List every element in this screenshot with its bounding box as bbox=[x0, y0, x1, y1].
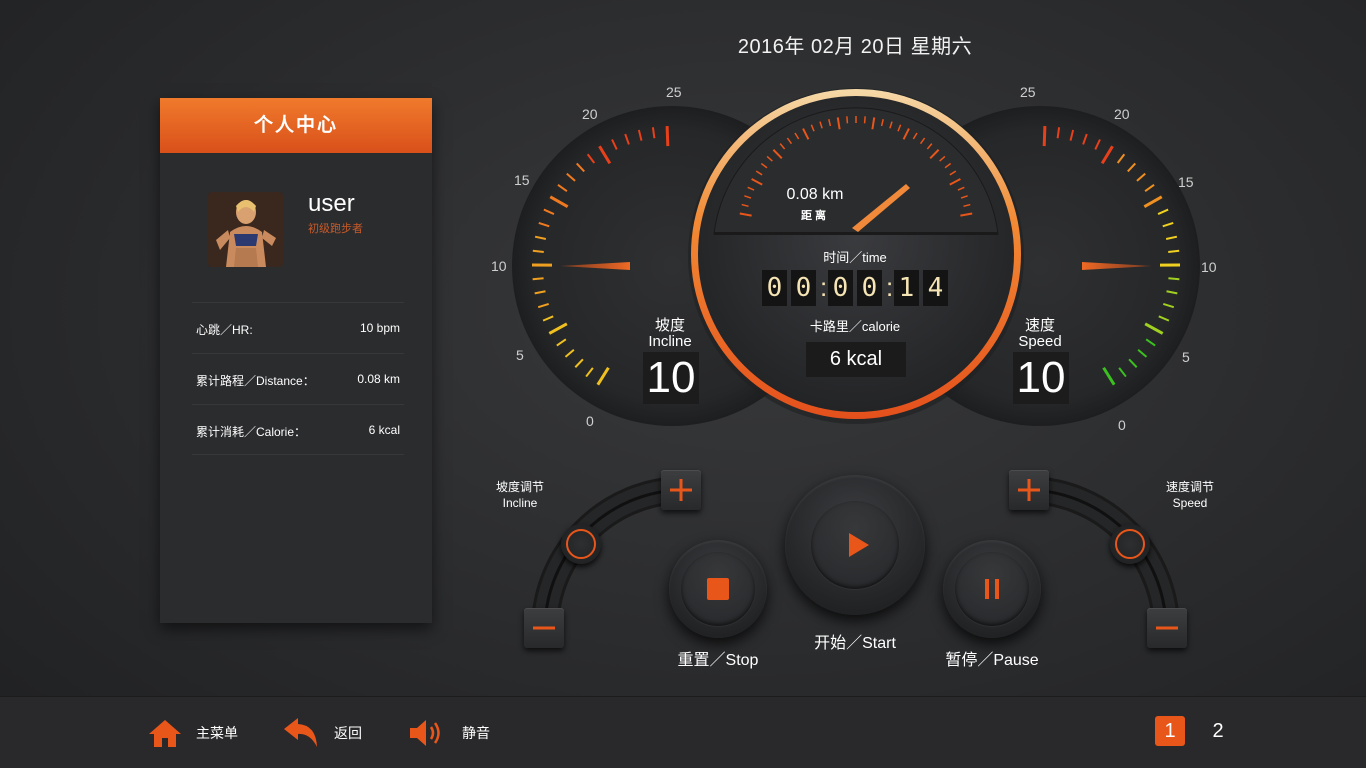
incline-slider-knob[interactable] bbox=[561, 524, 601, 564]
back-button[interactable]: 返回 bbox=[282, 697, 362, 768]
pause-label: 暂停／Pause bbox=[945, 652, 1039, 669]
incline-tick-label: 5 bbox=[516, 347, 524, 363]
incline-increase-button[interactable] bbox=[661, 470, 701, 510]
back-icon bbox=[284, 718, 317, 747]
timer-separator: : bbox=[820, 272, 828, 302]
incline-decrease-button[interactable] bbox=[524, 608, 564, 648]
calorie-label: 卡路里／calorie bbox=[809, 319, 901, 334]
page-2-button[interactable]: 2 bbox=[1203, 716, 1233, 746]
speed-slider-knob[interactable] bbox=[1110, 524, 1150, 564]
timer-digit: 0 bbox=[762, 270, 787, 306]
speed-adjust-label-en: Speed bbox=[1172, 496, 1208, 510]
incline-tick bbox=[532, 277, 544, 281]
speed-value: 10 bbox=[1013, 352, 1069, 404]
plus-icon bbox=[670, 479, 692, 501]
speed-tick-label: 0 bbox=[1118, 417, 1126, 433]
timer-separator: : bbox=[886, 272, 894, 302]
time-label: 时间／time bbox=[823, 250, 887, 265]
timer-display: 0 0 : 0 0 : 1 4 bbox=[762, 270, 948, 308]
speed-decrease-button[interactable] bbox=[1147, 608, 1187, 648]
speed-tick-label: 20 bbox=[1114, 106, 1130, 122]
distance-tick bbox=[863, 116, 866, 124]
page-1-button[interactable]: 1 bbox=[1155, 716, 1185, 746]
speed-tick bbox=[1042, 126, 1047, 147]
incline-adjust-label-en: Incline bbox=[502, 496, 538, 510]
distance-label: 距离 bbox=[801, 210, 829, 222]
mute-button[interactable]: 静音 bbox=[408, 697, 490, 768]
back-label: 返回 bbox=[334, 725, 362, 741]
play-icon bbox=[849, 533, 869, 557]
speed-tick-label: 5 bbox=[1182, 349, 1190, 365]
distance-value: 0.08 km bbox=[786, 186, 844, 203]
minus-icon bbox=[533, 626, 555, 630]
speed-tick-label: 10 bbox=[1201, 259, 1217, 275]
incline-tick-label: 10 bbox=[491, 258, 507, 274]
stop-icon bbox=[707, 578, 729, 600]
incline-label-cn: 坡度 bbox=[654, 317, 685, 334]
speed-increase-button[interactable] bbox=[1009, 470, 1049, 510]
speed-tick-label: 25 bbox=[1020, 84, 1036, 100]
pause-button[interactable] bbox=[943, 540, 1041, 638]
incline-label-en: Incline bbox=[648, 333, 692, 350]
speed-tick bbox=[1168, 249, 1180, 253]
incline-adjust-label-cn: 坡度调节 bbox=[495, 480, 544, 494]
incline-tick-label: 0 bbox=[586, 413, 594, 429]
speed-tick-label: 15 bbox=[1178, 174, 1194, 190]
timer-digit: 0 bbox=[791, 270, 816, 306]
pause-icon bbox=[985, 579, 999, 599]
home-button[interactable]: 主菜单 bbox=[148, 697, 238, 768]
home-label: 主菜单 bbox=[196, 725, 238, 741]
distance-tick bbox=[846, 116, 849, 124]
incline-tick-label: 25 bbox=[666, 84, 682, 100]
incline-tick bbox=[665, 126, 670, 147]
home-icon bbox=[149, 720, 181, 747]
start-button[interactable] bbox=[785, 475, 925, 615]
speaker-icon bbox=[410, 720, 440, 746]
stop-label: 重置／Stop bbox=[677, 652, 759, 669]
timer-digit: 0 bbox=[828, 270, 853, 306]
mute-label: 静音 bbox=[462, 725, 490, 741]
timer-digit: 1 bbox=[894, 270, 919, 306]
stop-button[interactable] bbox=[669, 540, 767, 638]
plus-icon bbox=[1018, 479, 1040, 501]
speed-label-en: Speed bbox=[1018, 333, 1062, 350]
speed-tick bbox=[1168, 277, 1180, 281]
incline-value: 10 bbox=[643, 352, 699, 404]
start-label: 开始／Start bbox=[814, 635, 896, 652]
incline-tick-label: 15 bbox=[514, 172, 530, 188]
incline-tick bbox=[532, 249, 544, 253]
calorie-value: 6 kcal bbox=[806, 342, 906, 377]
timer-digit: 4 bbox=[923, 270, 948, 306]
minus-icon bbox=[1156, 626, 1178, 630]
incline-tick-label: 20 bbox=[582, 106, 598, 122]
speed-adjust-label-cn: 速度调节 bbox=[1165, 480, 1214, 494]
timer-digit: 0 bbox=[857, 270, 882, 306]
speed-label-cn: 速度 bbox=[1024, 317, 1055, 334]
